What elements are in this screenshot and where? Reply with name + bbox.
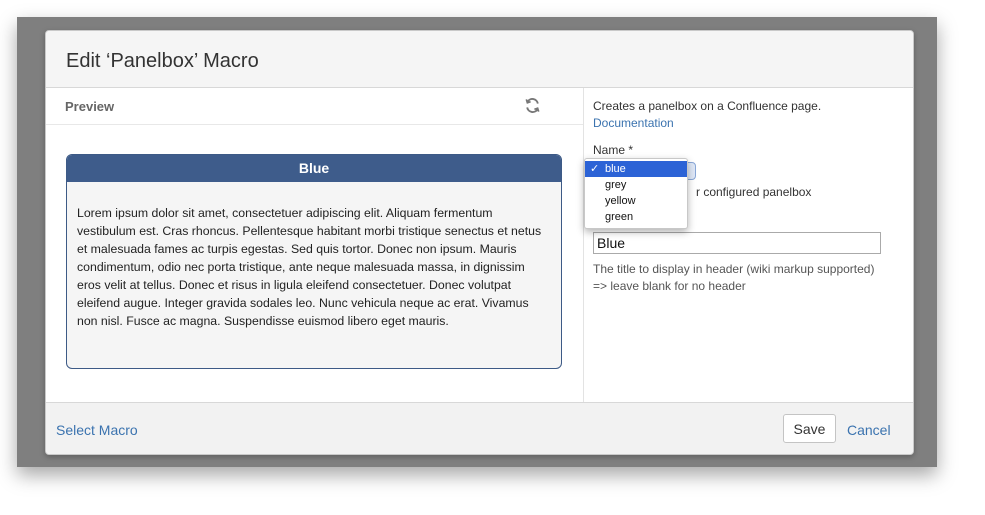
preview-toolbar: Preview bbox=[46, 88, 583, 125]
dialog-title: Edit ‘Panelbox’ Macro bbox=[66, 50, 259, 72]
dropdown-option-blue[interactable]: ✓ blue bbox=[585, 161, 687, 177]
dialog-footer: Select Macro Save Cancel bbox=[46, 402, 913, 454]
edit-macro-dialog: Edit ‘Panelbox’ Macro Preview Blue Lorem… bbox=[45, 30, 914, 455]
title-help-line-1: The title to display in header (wiki mar… bbox=[593, 262, 875, 276]
title-input[interactable] bbox=[593, 232, 881, 254]
dialog-header: Edit ‘Panelbox’ Macro bbox=[46, 31, 913, 88]
dropdown-option-grey[interactable]: grey bbox=[585, 177, 687, 193]
panelbox-preview: Blue Lorem ipsum dolor sit amet, consect… bbox=[66, 154, 562, 369]
dropdown-option-green[interactable]: green bbox=[585, 209, 687, 225]
select-macro-link[interactable]: Select Macro bbox=[56, 422, 138, 438]
preview-label: Preview bbox=[65, 99, 115, 114]
panelbox-body: Lorem ipsum dolor sit amet, consectetuer… bbox=[77, 206, 542, 328]
name-dropdown-menu: ✓ blue grey yellow green bbox=[584, 158, 688, 229]
preview-pane: Preview Blue Lorem ipsum dolor sit amet,… bbox=[46, 88, 584, 402]
macro-form: Creates a panelbox on a Confluence page.… bbox=[584, 88, 913, 402]
checkmark-icon: ✓ bbox=[590, 163, 600, 175]
dropdown-option-yellow[interactable]: yellow bbox=[585, 193, 687, 209]
name-label: Name * bbox=[593, 143, 634, 157]
refresh-icon[interactable] bbox=[524, 97, 541, 114]
panelbox-title: Blue bbox=[67, 155, 561, 182]
save-button[interactable]: Save bbox=[783, 414, 836, 443]
cancel-link[interactable]: Cancel bbox=[847, 422, 891, 438]
macro-description: Creates a panelbox on a Confluence page. bbox=[593, 99, 822, 113]
title-help-line-2: => leave blank for no header bbox=[593, 279, 746, 293]
documentation-link[interactable]: Documentation bbox=[593, 116, 674, 130]
